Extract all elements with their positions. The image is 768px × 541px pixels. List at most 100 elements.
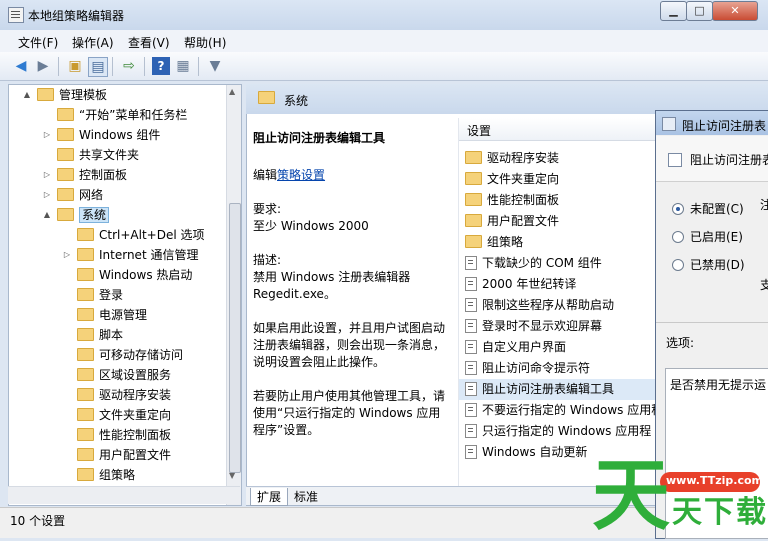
tree-item[interactable]: ▷ 网络 xyxy=(9,185,227,205)
tree-list: ▲ 管理模板 “开始”菜单和任务栏 ▷ Windows 组件 共享文件夹 ▷ 控制面板 ▷ 网络 ▲… xyxy=(9,85,227,505)
forward-icon[interactable]: ▶ xyxy=(34,57,52,75)
tab-standard[interactable]: 标准 xyxy=(290,488,322,505)
tree-item[interactable]: ▲ 管理模板 xyxy=(9,85,227,105)
tree-item-label: 性能控制面板 xyxy=(99,428,172,442)
expand-arrow-icon[interactable]: ▷ xyxy=(61,245,73,265)
toolbar-separator xyxy=(58,57,59,76)
show-hide-tree-icon[interactable]: ▤ xyxy=(88,57,108,77)
folder-icon xyxy=(77,368,94,381)
tree-item-label: Internet 通信管理 xyxy=(99,248,199,262)
tree-item[interactable]: 可移动存储访问 xyxy=(9,345,227,365)
options-text: 是否禁用无提示运 xyxy=(670,378,767,392)
column-header[interactable]: 设置 xyxy=(459,118,655,141)
tree-item-label: 驱动程序安装 xyxy=(99,388,172,402)
tree-item[interactable]: 共享文件夹 xyxy=(9,145,227,165)
expand-arrow-icon[interactable]: ▷ xyxy=(41,185,53,205)
menu-view[interactable]: 查看(V) xyxy=(128,34,170,51)
folder-icon xyxy=(77,328,94,341)
expand-arrow-icon[interactable]: ▷ xyxy=(41,125,53,145)
tree-item[interactable]: 性能控制面板 xyxy=(9,425,227,445)
column-header-label: 设置 xyxy=(467,124,492,138)
settings-row[interactable]: 驱动程序安装 xyxy=(459,148,655,169)
tree-item-label: 管理模板 xyxy=(59,88,108,102)
tree-item[interactable]: 驱动程序安装 xyxy=(9,385,227,405)
up-folder-icon[interactable]: ▣ xyxy=(66,57,84,75)
dialog-divider xyxy=(656,322,768,323)
tree-item[interactable]: 脚本 xyxy=(9,325,227,345)
tree-item[interactable]: ▷ Windows 组件 xyxy=(9,125,227,145)
settings-row[interactable]: 阻止访问命令提示符 xyxy=(459,358,655,379)
tree-item-label: 区域设置服务 xyxy=(99,368,172,382)
tree-horizontal-scrollbar[interactable] xyxy=(8,486,240,504)
tree-item[interactable]: 用户配置文件 xyxy=(9,445,227,465)
policy-setting-icon xyxy=(465,276,477,291)
settings-row-label: 性能控制面板 xyxy=(487,193,560,207)
maximize-button[interactable]: □ xyxy=(686,1,713,21)
radio-not-configured[interactable]: 未配置(C) xyxy=(672,200,744,217)
dialog-title: 阻止访问注册表 xyxy=(682,119,767,133)
minimize-button[interactable]: ▁ xyxy=(660,1,687,21)
settings-list: 设置 驱动程序安装 文件夹重定向性能控制面板用户配置文件 组策略 下载缺少的 COM … xyxy=(458,118,663,486)
tree-vertical-scrollbar[interactable]: ▲ ▼ xyxy=(226,85,241,505)
edit-prefix: 编辑 xyxy=(253,168,278,182)
help-icon[interactable]: ? xyxy=(152,57,170,75)
collapse-arrow-icon[interactable]: ▲ xyxy=(41,205,53,225)
settings-row[interactable]: 下载缺少的 COM 组件 xyxy=(459,253,655,274)
tree-item[interactable]: 组策略 xyxy=(9,465,227,485)
tree-item[interactable]: Ctrl+Alt+Del 选项 xyxy=(9,225,227,245)
tree-item-label: Windows 热启动 xyxy=(99,268,193,282)
tree-item-label: 控制面板 xyxy=(79,168,128,182)
tree-item[interactable]: “开始”菜单和任务栏 xyxy=(9,105,227,125)
settings-row[interactable]: 用户配置文件 xyxy=(459,211,655,232)
menu-action[interactable]: 操作(A) xyxy=(72,34,114,51)
radio-enabled[interactable]: 已启用(E) xyxy=(672,228,743,245)
settings-row[interactable]: 阻止访问注册表编辑工具 xyxy=(459,379,655,400)
details-header-title: 系统 xyxy=(284,94,309,108)
filter-icon[interactable]: ▼ xyxy=(206,57,224,75)
tree-pane[interactable]: ▲ 管理模板 “开始”菜单和任务栏 ▷ Windows 组件 共享文件夹 ▷ 控制面板 ▷ 网络 ▲… xyxy=(8,84,242,506)
scroll-down-arrow[interactable]: ▼ xyxy=(229,471,235,480)
policy-setting-icon xyxy=(465,444,477,459)
edit-policy-link[interactable]: 策略设置 xyxy=(277,168,325,182)
settings-row-label: 阻止访问注册表编辑工具 xyxy=(482,382,615,396)
description-text: 如果启用此设置，并且用户试图启动 xyxy=(253,321,446,335)
export-list-icon[interactable]: ⇨ xyxy=(120,57,138,75)
tree-item[interactable]: 登录 xyxy=(9,285,227,305)
folder-icon xyxy=(77,268,94,281)
folder-icon xyxy=(465,172,482,185)
tree-item[interactable]: ▷ Internet 通信管理 xyxy=(9,245,227,265)
settings-row[interactable]: 登录时不显示欢迎屏幕 xyxy=(459,316,655,337)
settings-row[interactable]: 限制这些程序从帮助启动 xyxy=(459,295,655,316)
settings-row[interactable]: 自定义用户界面 xyxy=(459,337,655,358)
description-text: 禁用 Windows 注册表编辑器 xyxy=(253,270,411,284)
supported-label: 支 xyxy=(760,278,768,292)
tree-item[interactable]: 电源管理 xyxy=(9,305,227,325)
settings-row[interactable]: 不要运行指定的 Windows 应用程 xyxy=(459,400,663,421)
menu-help[interactable]: 帮助(H) xyxy=(184,34,226,51)
settings-row[interactable]: 只运行指定的 Windows 应用程 xyxy=(459,421,655,442)
close-button[interactable]: ✕ xyxy=(712,1,758,21)
tree-item[interactable]: ▷ 控制面板 xyxy=(9,165,227,185)
tab-extended[interactable]: 扩展 xyxy=(250,488,289,506)
dialog-setting-name: 阻止访问注册表 xyxy=(690,153,768,167)
settings-row[interactable]: 文件夹重定向 xyxy=(459,169,655,190)
properties-icon[interactable]: ▦ xyxy=(174,57,192,75)
scroll-thumb[interactable] xyxy=(229,203,241,473)
radio-disabled[interactable]: 已禁用(D) xyxy=(672,256,745,273)
tree-item[interactable]: Windows 热启动 xyxy=(9,265,227,285)
settings-row[interactable]: 组策略 xyxy=(459,232,655,253)
scroll-up-arrow[interactable]: ▲ xyxy=(229,87,235,96)
tree-item[interactable]: 文件夹重定向 xyxy=(9,405,227,425)
collapse-arrow-icon[interactable]: ▲ xyxy=(21,85,33,105)
menu-file[interactable]: 文件(F) xyxy=(18,34,58,51)
folder-icon xyxy=(77,468,94,481)
tree-item[interactable]: 区域设置服务 xyxy=(9,365,227,385)
tree-item[interactable]: ▲ 系统 xyxy=(9,205,227,225)
toolbar-separator xyxy=(198,57,199,76)
settings-row[interactable]: 性能控制面板 xyxy=(459,190,655,211)
dialog-app-icon xyxy=(662,117,676,131)
settings-row[interactable]: 2000 年世纪转译 xyxy=(459,274,655,295)
back-icon[interactable]: ◀ xyxy=(12,57,30,75)
expand-arrow-icon[interactable]: ▷ xyxy=(41,165,53,185)
settings-row-label: Windows 自动更新 xyxy=(482,445,588,459)
